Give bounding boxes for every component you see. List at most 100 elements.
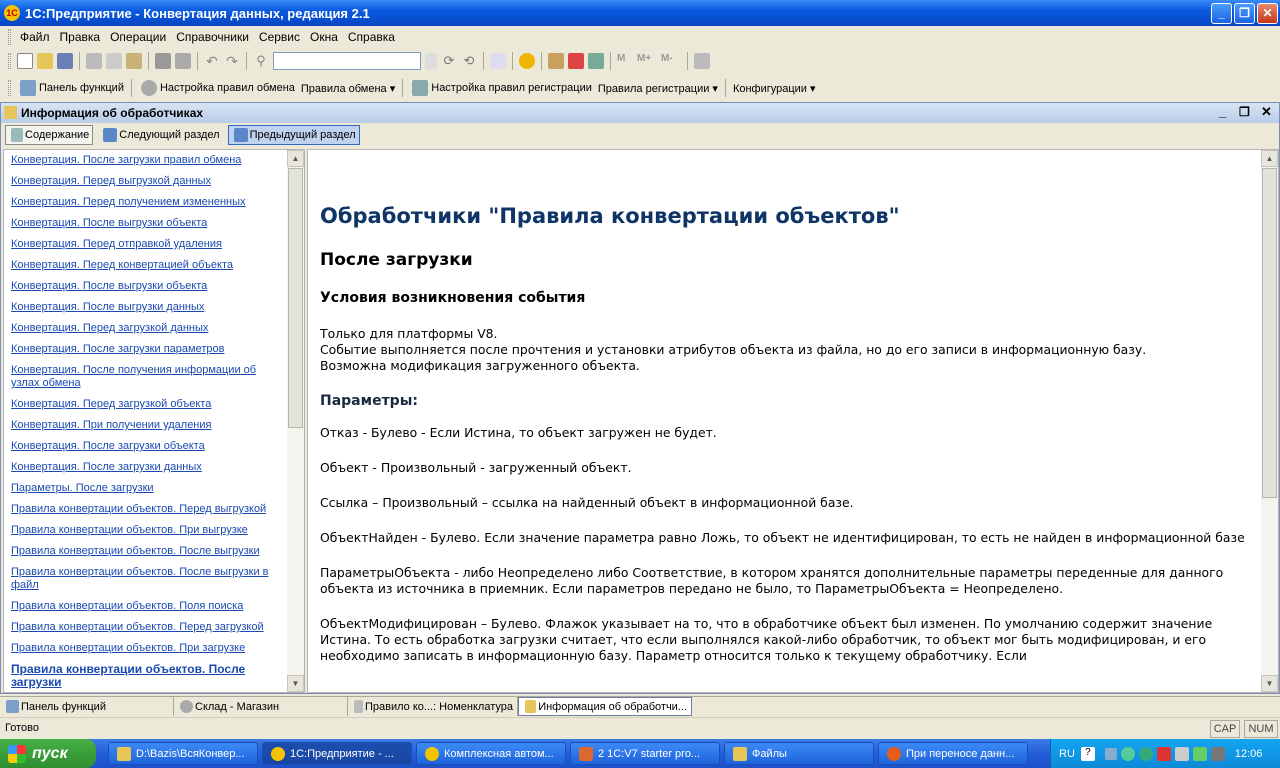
tools-icon[interactable] — [694, 53, 710, 69]
calculator-icon[interactable] — [548, 53, 564, 69]
contents-link[interactable]: Правила конвертации объектов. При выгруз… — [11, 524, 283, 537]
contents-link[interactable]: Правила конвертации объектов. После выгр… — [11, 545, 283, 558]
next-section-button[interactable]: Следующий раздел — [97, 125, 223, 145]
scroll-up-arrow[interactable]: ▲ — [287, 150, 304, 167]
task-1c-v7-starter[interactable]: 2 1C:V7 starter pro... — [570, 742, 720, 765]
wintab-handlers-info[interactable]: Информация об обработчи... — [518, 697, 692, 716]
print-preview-icon[interactable] — [175, 53, 191, 69]
contents-link[interactable]: Конвертация. Перед конвертацией объекта — [11, 259, 283, 272]
memory-m-icon[interactable]: M — [617, 53, 633, 69]
content-scrollbar[interactable]: ▲ ▼ — [1261, 150, 1278, 692]
calendar-icon[interactable] — [568, 53, 584, 69]
menu-directories[interactable]: Справочники — [171, 30, 254, 44]
save-icon[interactable] — [57, 53, 73, 69]
new-document-icon[interactable] — [17, 53, 33, 69]
users-icon[interactable] — [588, 53, 604, 69]
contents-link[interactable]: Конвертация. После выгрузки объекта — [11, 217, 283, 230]
start-button[interactable]: пуск — [0, 739, 96, 768]
language-indicator[interactable]: RU — [1059, 748, 1075, 760]
help-icon[interactable]: ? — [1080, 746, 1095, 761]
minimize-button[interactable]: _ — [1211, 3, 1232, 24]
exchange-rules-menu[interactable]: Правила обмена ▾ — [298, 82, 398, 95]
windows-icon[interactable] — [490, 53, 506, 69]
combo-dropdown-icon[interactable] — [425, 53, 437, 69]
menu-edit[interactable]: Правка — [55, 30, 106, 44]
memory-plus-icon[interactable]: M+ — [637, 53, 657, 69]
content-scroll-up-arrow[interactable]: ▲ — [1261, 150, 1278, 167]
menu-help[interactable]: Справка — [343, 30, 400, 44]
scroll-down-arrow[interactable]: ▼ — [287, 675, 304, 692]
copy-icon[interactable] — [106, 53, 122, 69]
contents-link[interactable]: Конвертация. После загрузки параметров — [11, 343, 283, 356]
function-panel-button[interactable]: Панель функций — [15, 80, 127, 96]
undo-icon[interactable]: ↶ — [204, 53, 220, 69]
redo-icon[interactable]: ↷ — [224, 53, 240, 69]
tray-device-icon[interactable] — [1210, 746, 1225, 761]
contents-link[interactable]: Конвертация. После загрузки объекта — [11, 440, 283, 453]
content-scroll-thumb[interactable] — [1262, 168, 1277, 498]
contents-button[interactable]: Содержание — [5, 125, 94, 145]
previous-section-button[interactable]: Предыдущий раздел — [227, 125, 360, 145]
contents-link[interactable]: Конвертация. Перед получением измененных — [11, 196, 283, 209]
left-scroll-thumb[interactable] — [288, 168, 303, 428]
wintab-rule-nomenclature[interactable]: Правило ко...: Номенклатура — [348, 697, 518, 716]
task-1c-enterprise[interactable]: 1С:Предприятие - ... — [262, 742, 412, 765]
configurations-menu[interactable]: Конфигурации ▾ — [730, 82, 819, 95]
contents-link[interactable]: Конвертация. После выгрузки объекта — [11, 280, 283, 293]
inner-maximize-button[interactable]: ❐ — [1239, 105, 1250, 119]
contents-link[interactable]: Конвертация. Перед отправкой удаления — [11, 238, 283, 251]
close-button[interactable]: ✕ — [1257, 3, 1278, 24]
task-explorer-bazis[interactable]: D:\Bazis\ВсяКонвер... — [108, 742, 258, 765]
inner-minimize-button[interactable]: _ — [1219, 104, 1226, 119]
contents-link[interactable]: Конвертация. После получения информации … — [11, 364, 283, 390]
contents-link[interactable]: Правила конвертации объектов. При загруз… — [11, 642, 283, 655]
menu-service[interactable]: Сервис — [254, 30, 305, 44]
contents-link[interactable]: Правила конвертации объектов. После выгр… — [11, 566, 283, 592]
contents-link[interactable]: Правила конвертации объектов. Перед загр… — [11, 621, 283, 634]
task-files[interactable]: Файлы — [724, 742, 874, 765]
task-firefox[interactable]: При переносе данн... — [878, 742, 1028, 765]
contents-link[interactable]: Правила конвертации объектов. Поля поиск… — [11, 600, 283, 613]
find-prev-icon[interactable]: ⟲ — [461, 53, 477, 69]
cut-icon[interactable] — [86, 53, 102, 69]
contents-link[interactable]: Правила конвертации объектов. После загр… — [11, 663, 283, 689]
open-folder-icon[interactable] — [37, 53, 53, 69]
wintab-function-panel[interactable]: Панель функций — [0, 697, 174, 716]
security-shield-icon[interactable] — [1156, 746, 1171, 761]
wintab-warehouse[interactable]: Склад - Магазин — [174, 697, 348, 716]
menu-windows[interactable]: Окна — [305, 30, 343, 44]
memory-minus-icon[interactable]: M- — [661, 53, 681, 69]
left-scrollbar[interactable]: ▲ ▼ — [287, 150, 304, 692]
search-combo-input[interactable] — [273, 52, 421, 70]
task-complex-automation[interactable]: Комплексная автом... — [416, 742, 566, 765]
menu-file[interactable]: Файл — [15, 30, 55, 44]
contents-link[interactable]: Конвертация. После загрузки правил обмен… — [11, 154, 283, 167]
tray-monitor-icon[interactable] — [1174, 746, 1189, 761]
window-title-bar[interactable]: 1C 1С:Предприятие - Конвертация данных, … — [0, 0, 1280, 26]
registration-rules-settings-button[interactable]: Настройка правил регистрации — [407, 80, 595, 96]
contents-link[interactable]: Конвертация. Перед загрузкой данных — [11, 322, 283, 335]
print-icon[interactable] — [155, 53, 171, 69]
menu-operations[interactable]: Операции — [105, 30, 171, 44]
v2-icon[interactable] — [1192, 746, 1207, 761]
registration-rules-menu[interactable]: Правила регистрации ▾ — [595, 82, 721, 95]
maximize-button[interactable]: ❐ — [1234, 3, 1255, 24]
tray-arrow-icon[interactable] — [1104, 747, 1117, 760]
info-icon[interactable] — [519, 53, 535, 69]
content-scroll-down-arrow[interactable]: ▼ — [1261, 675, 1278, 692]
contents-link[interactable]: Конвертация. После загрузки данных — [11, 461, 283, 474]
paste-icon[interactable] — [126, 53, 142, 69]
contents-link[interactable]: Конвертация. После выгрузки данных — [11, 301, 283, 314]
exchange-rules-settings-button[interactable]: Настройка правил обмена — [136, 80, 298, 96]
find-next-icon[interactable]: ⟳ — [441, 53, 457, 69]
contents-link[interactable]: Параметры. После загрузки — [11, 482, 283, 495]
search-icon[interactable]: ⚲ — [253, 53, 269, 69]
antivirus-icon[interactable] — [1120, 746, 1135, 761]
contents-link[interactable]: Конвертация. При получении удаления — [11, 419, 283, 432]
contents-link[interactable]: Правила конвертации объектов. Перед выгр… — [11, 503, 283, 516]
contents-link[interactable]: Конвертация. Перед выгрузкой данных — [11, 175, 283, 188]
network-icon[interactable] — [1138, 746, 1153, 761]
inner-close-button[interactable]: ✕ — [1261, 104, 1272, 120]
inner-window-title-bar[interactable]: Информация об обработчиках _ ❐ ✕ — [1, 103, 1279, 123]
contents-link[interactable]: Конвертация. Перед загрузкой объекта — [11, 398, 283, 411]
